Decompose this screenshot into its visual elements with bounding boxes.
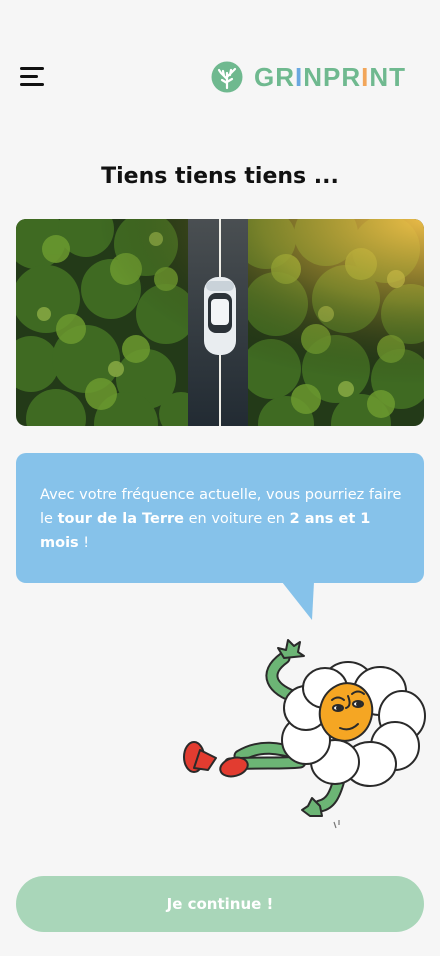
daisy-mascot-illustration [183, 639, 426, 829]
bubble-message: Avec votre fréquence actuelle, vous pour… [40, 483, 405, 555]
logo-wordmark: GRINPRINT [254, 60, 406, 94]
tree-icon [211, 61, 243, 93]
app-header: GRINPRINT [0, 0, 440, 140]
grinprint-logo: GRINPRINT [211, 60, 406, 94]
logo-letters-3: NPR [303, 62, 362, 92]
bubble-text-part2: en voiture en [183, 511, 290, 527]
hamburger-menu-icon[interactable] [20, 66, 44, 88]
speech-bubble-tail [282, 582, 314, 620]
logo-letters-2: I [295, 62, 304, 92]
speech-bubble: Avec votre fréquence actuelle, vous pour… [16, 453, 424, 583]
logo-letters-5: NT [369, 62, 407, 92]
page-title: Tiens tiens tiens ... [101, 164, 339, 189]
logo-letters-1: GR [254, 62, 295, 92]
continue-button[interactable]: Je continue ! [16, 876, 424, 932]
bubble-bold-distance: tour de la Terre [57, 511, 184, 527]
hero-image-car-forest [16, 219, 424, 426]
bubble-text-part3: ! [78, 535, 90, 551]
